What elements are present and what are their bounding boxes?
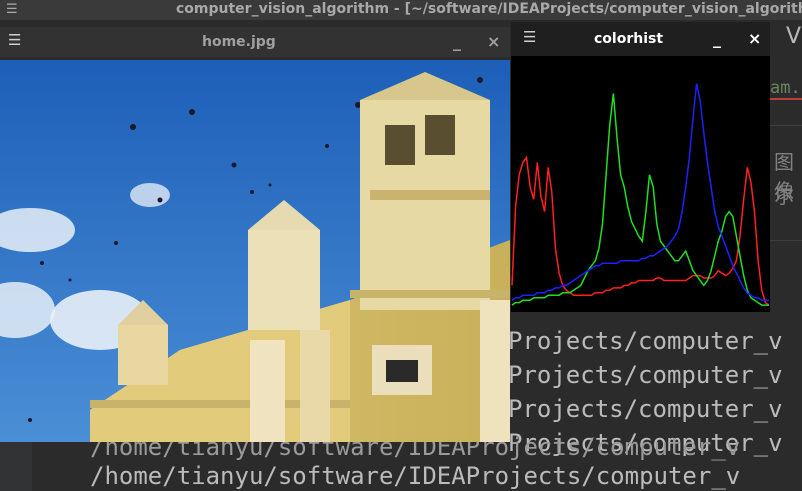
ide-comment-line-2: 尔: [774, 184, 794, 208]
home-window-title: home.jpg: [202, 34, 276, 50]
divider: [770, 240, 802, 241]
red-channel-line: [511, 155, 770, 306]
ide-code-fragment: am.: [770, 78, 801, 98]
window-menu-icon[interactable]: ☰: [523, 28, 536, 46]
minimize-button[interactable]: _: [453, 27, 461, 57]
close-button[interactable]: ×: [748, 22, 761, 56]
window-menu-icon[interactable]: ☰: [8, 31, 21, 49]
console-line: Projects/computer_v: [508, 395, 783, 423]
console-line: /home/tianyu/software/IDEAProjects/compu…: [90, 462, 741, 490]
colorhist-window-title: colorhist: [594, 31, 664, 47]
home-window-titlebar[interactable]: ☰ home.jpg _ ×: [0, 27, 510, 57]
color-histogram: [511, 56, 770, 312]
menu-icon[interactable]: ☰: [6, 1, 18, 19]
colorhist-window-titlebar[interactable]: ☰ colorhist _ ×: [511, 22, 770, 56]
minimize-button[interactable]: _: [713, 22, 721, 56]
divider: [770, 125, 802, 126]
green-channel-line: [511, 93, 769, 306]
error-underline: [770, 98, 802, 100]
blue-channel-line: [511, 83, 769, 301]
ide-right-top-text: V: [786, 24, 802, 49]
close-button[interactable]: ×: [487, 27, 500, 57]
home-image: [0, 60, 510, 442]
console-gutter: [0, 442, 33, 491]
ide-title-bar: ☰ computer_vision_algorithm - [~/softwar…: [0, 0, 802, 20]
console-line: Projects/computer_v: [508, 327, 783, 355]
window-border: [511, 312, 770, 320]
console-line: Projects/computer_v: [508, 361, 783, 389]
ide-window-title: computer_vision_algorithm - [~/software/…: [176, 1, 802, 17]
